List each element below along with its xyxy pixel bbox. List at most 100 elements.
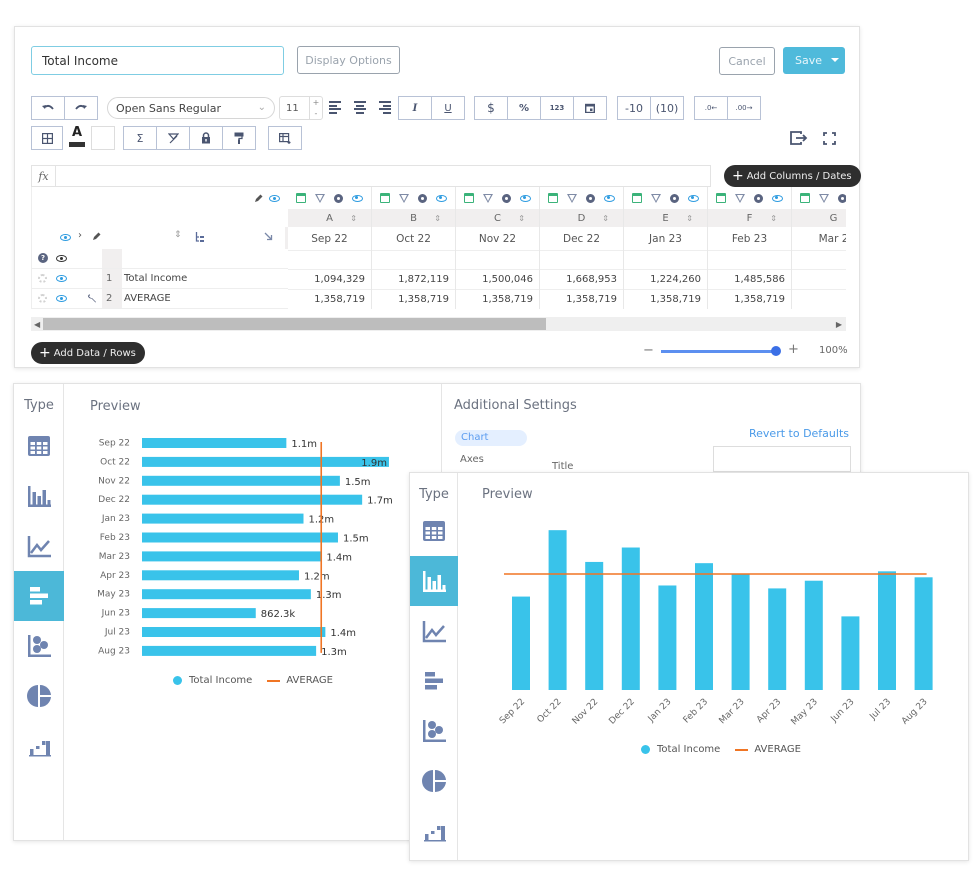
legend-total-income-label[interactable]: Total Income — [657, 744, 720, 755]
grid-column[interactable]: G⇕Mar 2 1,361,35 — [792, 187, 846, 309]
grid-cell[interactable]: 1,358,719 — [708, 290, 791, 309]
increase-decimal-button[interactable]: .00→ — [727, 96, 761, 120]
grid-cell[interactable]: 1,358,719 — [540, 290, 623, 309]
edit-pencil-icon[interactable] — [92, 232, 101, 241]
chart-type-horizontal-bar[interactable] — [14, 571, 64, 621]
grid-cell[interactable]: 1,485,586 — [708, 270, 791, 290]
zoom-out-button[interactable]: − — [643, 343, 654, 358]
edit-pencil-icon[interactable] — [254, 194, 263, 203]
bar[interactable] — [142, 532, 338, 543]
bar[interactable] — [142, 438, 287, 448]
grid-cell[interactable]: 1,358,719 — [456, 290, 539, 309]
gear-icon[interactable] — [501, 193, 511, 203]
gear-icon[interactable] — [837, 193, 846, 203]
chevron-right-icon[interactable]: › — [78, 230, 82, 241]
sum-button[interactable]: Σ — [123, 126, 157, 150]
number-format-button[interactable]: 123 — [540, 96, 574, 120]
eye-icon[interactable] — [519, 194, 531, 202]
chart-type-waterfall[interactable] — [410, 806, 458, 856]
eye-icon[interactable] — [269, 195, 280, 202]
decrease-decimal-button[interactable]: .0← — [694, 96, 728, 120]
bar[interactable] — [142, 494, 363, 505]
add-columns-button[interactable]: + Add Columns / Dates — [724, 165, 861, 187]
chart-type-table[interactable] — [410, 506, 458, 556]
fullscreen-icon[interactable] — [823, 132, 836, 145]
underline-button[interactable]: U — [431, 96, 465, 120]
eye-icon[interactable] — [56, 255, 67, 262]
gear-icon[interactable] — [669, 193, 679, 203]
column-letter[interactable]: A ⇕ — [288, 209, 371, 227]
grid-column[interactable]: B ⇕ Oct 22 1,872,119 1,358,719 — [372, 187, 456, 309]
bar[interactable] — [142, 570, 299, 581]
eye-icon[interactable] — [56, 295, 67, 302]
bar[interactable] — [768, 588, 787, 690]
horizontal-scrollbar[interactable]: ◀ ▶ — [31, 317, 846, 331]
sort-icon[interactable]: ⇕ — [518, 214, 525, 223]
bar[interactable] — [731, 573, 750, 690]
expand-arrow-icon[interactable] — [264, 232, 273, 241]
grid-cell[interactable]: 1,500,046 — [456, 270, 539, 290]
font-family-select[interactable]: Open Sans Regular ⌄ — [107, 97, 275, 119]
chart-type-table[interactable] — [14, 421, 64, 471]
chart-type-waterfall[interactable] — [14, 721, 64, 771]
font-size-increase[interactable]: + — [313, 98, 320, 107]
bar[interactable] — [142, 551, 322, 562]
format-painter-button[interactable] — [222, 126, 256, 150]
legend-average-label[interactable]: AVERAGE — [286, 675, 333, 686]
save-button[interactable]: Save — [783, 47, 845, 74]
sort-icon[interactable]: ⇕ — [350, 214, 357, 223]
bar[interactable] — [142, 589, 311, 600]
chart-type-scatter[interactable] — [410, 706, 458, 756]
bar[interactable] — [658, 585, 677, 690]
grid-cell[interactable] — [372, 251, 455, 270]
bar[interactable] — [142, 627, 326, 637]
gear-icon[interactable] — [333, 193, 343, 203]
clear-format-button[interactable] — [156, 126, 190, 150]
grid-cell[interactable] — [792, 251, 846, 270]
bar[interactable] — [914, 577, 933, 690]
grid-cell[interactable] — [288, 251, 371, 270]
fill-color-button[interactable] — [91, 126, 115, 150]
gear-icon[interactable] — [38, 274, 47, 283]
bar[interactable] — [142, 608, 256, 619]
chart-type-line[interactable] — [410, 606, 458, 656]
sort-icon[interactable]: ⇕ — [686, 214, 693, 223]
grid-cell[interactable] — [540, 251, 623, 270]
column-date[interactable]: Feb 23 — [708, 227, 791, 251]
column-date[interactable]: Oct 22 — [372, 227, 455, 251]
export-icon[interactable] — [790, 131, 808, 145]
font-size-stepper[interactable]: 11 + - — [279, 96, 323, 120]
calendar-icon[interactable] — [800, 193, 811, 203]
sort-icon[interactable]: ⇕ — [770, 214, 777, 223]
redo-button[interactable] — [64, 96, 98, 120]
table-row[interactable]: 1 Total Income — [32, 269, 288, 289]
add-rows-button[interactable]: + Add Data / Rows — [31, 342, 145, 364]
grid-cell[interactable]: 1,36 — [792, 270, 846, 290]
bar[interactable] — [585, 561, 604, 690]
zoom-slider-handle[interactable] — [771, 346, 781, 356]
borders-button[interactable] — [31, 126, 63, 150]
align-right-icon[interactable] — [379, 101, 391, 114]
scroll-left-arrow-icon[interactable]: ◀ — [34, 320, 40, 329]
grid-cell[interactable] — [708, 251, 791, 270]
help-icon[interactable]: ? — [38, 253, 48, 263]
calendar-icon[interactable] — [548, 193, 559, 203]
filter-icon[interactable] — [819, 193, 830, 203]
align-left-icon[interactable] — [329, 101, 341, 114]
chart-type-line[interactable] — [14, 521, 64, 571]
bar[interactable] — [804, 580, 823, 690]
align-center-icon[interactable] — [354, 101, 366, 114]
filter-icon[interactable] — [399, 193, 410, 203]
column-date[interactable]: Mar 2 — [792, 227, 846, 251]
bar[interactable] — [695, 563, 713, 690]
currency-format-button[interactable]: $ — [474, 96, 508, 120]
zoom-in-button[interactable]: + — [788, 342, 799, 357]
report-name-input[interactable] — [31, 46, 284, 75]
eye-icon[interactable] — [603, 194, 615, 202]
cancel-button[interactable]: Cancel — [719, 47, 775, 75]
gear-icon[interactable] — [38, 294, 47, 303]
scrollbar-thumb[interactable] — [43, 318, 546, 330]
bar[interactable] — [142, 513, 304, 524]
chart-title-input[interactable] — [713, 446, 851, 472]
chart-type-scatter[interactable] — [14, 621, 64, 671]
